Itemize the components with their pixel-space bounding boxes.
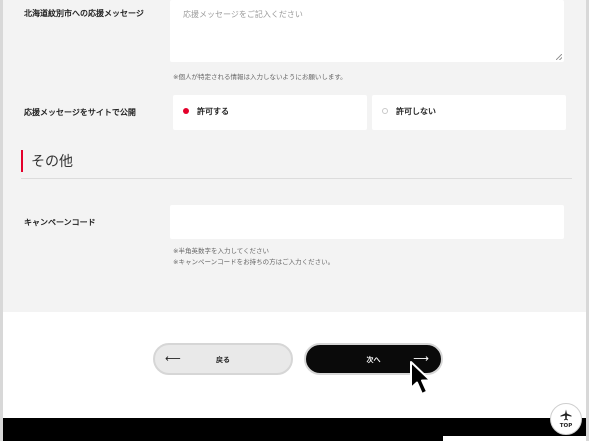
publish-label: 応援メッセージをサイトで公開: [24, 108, 136, 117]
radio-option-deny[interactable]: 許可しない: [372, 95, 566, 130]
footer-strip: [443, 436, 586, 441]
section-accent-bar: [21, 150, 23, 172]
campaign-code-label: キャンペーンコード: [24, 218, 96, 227]
radio-unselected-icon: [382, 108, 388, 114]
message-note: ※個人が特定される情報は入力しないようにお願いします。: [173, 73, 347, 81]
radio-option-label: 許可しない: [396, 107, 436, 116]
campaign-code-input[interactable]: [170, 205, 564, 239]
back-to-top-button[interactable]: TOP: [550, 403, 582, 435]
message-label: 北海道紋別市への応援メッセージ: [24, 9, 144, 18]
radio-option-allow[interactable]: 許可する: [173, 95, 367, 130]
radio-selected-icon: [183, 108, 189, 114]
message-placeholder: 応援メッセージをご記入ください: [183, 10, 303, 19]
resize-handle-icon[interactable]: [556, 54, 562, 60]
form-area: 北海道紋別市への応援メッセージ 応援メッセージをご記入ください ※個人が特定され…: [3, 0, 586, 312]
mouse-pointer-icon: [410, 361, 432, 395]
campaign-note-1: ※半角英数字を入力してください: [173, 247, 270, 255]
back-button[interactable]: ⟵ 戻る: [153, 343, 293, 375]
back-button-label: 戻る: [216, 356, 230, 364]
radio-option-label: 許可する: [197, 107, 229, 116]
campaign-note-2: ※キャンペーンコードをお持ちの方はご入力ください。: [173, 258, 335, 266]
back-to-top-label: TOP: [559, 423, 573, 429]
message-textarea[interactable]: 応援メッセージをご記入ください: [170, 0, 564, 62]
section-divider: [21, 178, 572, 179]
section-title-other: その他: [31, 154, 73, 170]
airplane-icon: [560, 409, 572, 421]
page-frame: 北海道紋別市への応援メッセージ 応援メッセージをご記入ください ※個人が特定され…: [0, 0, 589, 441]
